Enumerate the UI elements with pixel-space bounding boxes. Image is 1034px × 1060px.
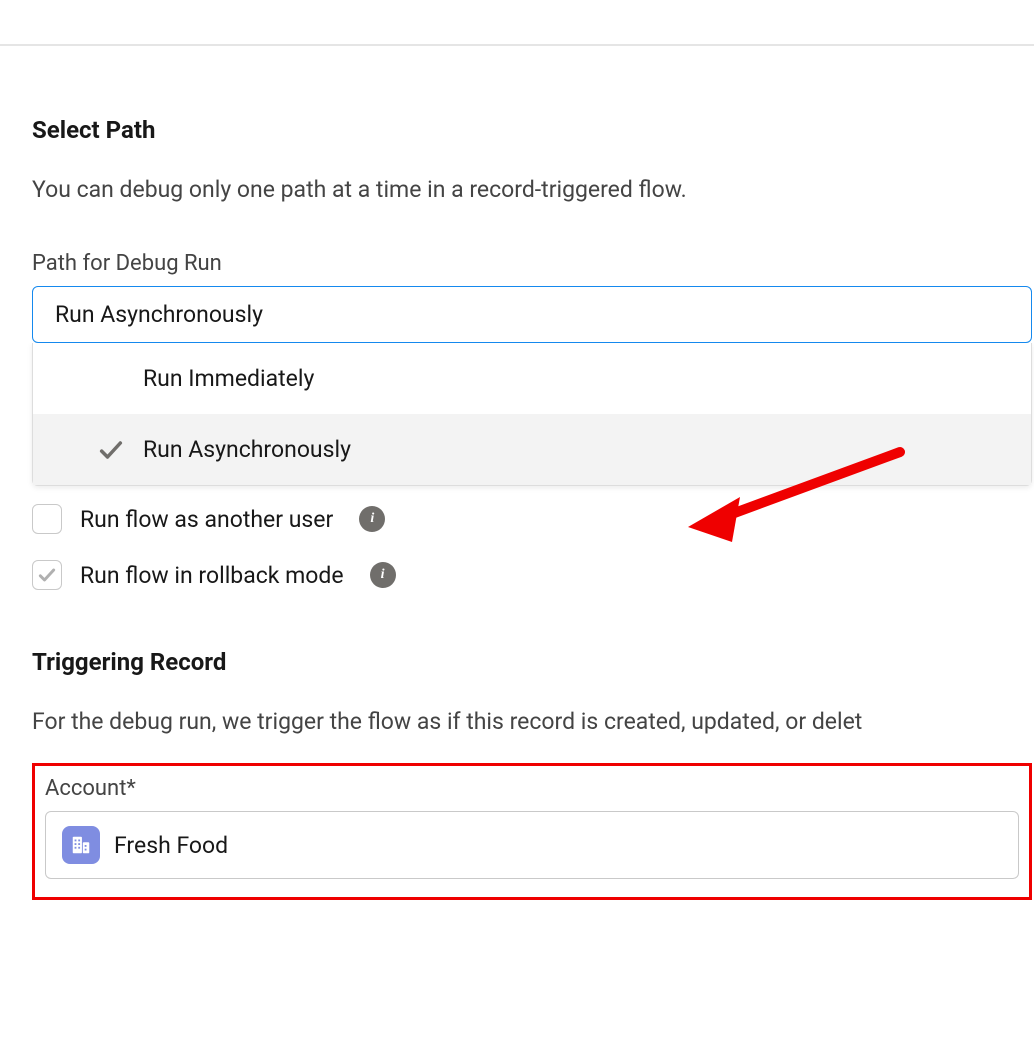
account-lookup[interactable]: Fresh Food [45,811,1019,879]
account-highlight-box: Account* Fresh Food [32,763,1032,900]
select-path-title: Select Path [32,116,1034,144]
info-icon[interactable]: i [370,562,396,588]
run-as-user-label: Run flow as another user [80,506,333,533]
path-combobox-value: Run Asynchronously [55,301,263,328]
rollback-mode-row: Run flow in rollback mode i [32,560,1034,590]
path-combobox[interactable]: Run Asynchronously [32,286,1032,343]
triggering-record-title: Triggering Record [32,648,1034,676]
info-icon[interactable]: i [359,506,385,532]
path-field-label: Path for Debug Run [32,251,1034,276]
dropdown-option-label: Run Immediately [143,365,314,392]
dropdown-option-run-asynchronously[interactable]: Run Asynchronously [33,414,1031,485]
account-field-label: Account* [45,776,1019,801]
account-entity-icon [62,826,100,864]
info-icon-glyph: i [370,511,374,527]
run-as-user-checkbox[interactable] [32,504,62,534]
select-path-description: You can debug only one path at a time in… [32,176,1034,203]
triggering-record-description: For the debug run, we trigger the flow a… [32,708,1034,735]
run-as-user-row: Run flow as another user i [32,504,1034,534]
content-area: Select Path You can debug only one path … [0,46,1034,900]
dropdown-option-label: Run Asynchronously [143,436,351,463]
rollback-mode-label: Run flow in rollback mode [80,562,344,589]
dropdown-option-run-immediately[interactable]: Run Immediately [33,343,1031,414]
rollback-mode-checkbox[interactable] [32,560,62,590]
info-icon-glyph: i [381,567,385,583]
check-icon [97,436,125,464]
account-lookup-value: Fresh Food [114,832,228,859]
path-dropdown: Run Immediately Run Asynchronously [32,343,1032,486]
